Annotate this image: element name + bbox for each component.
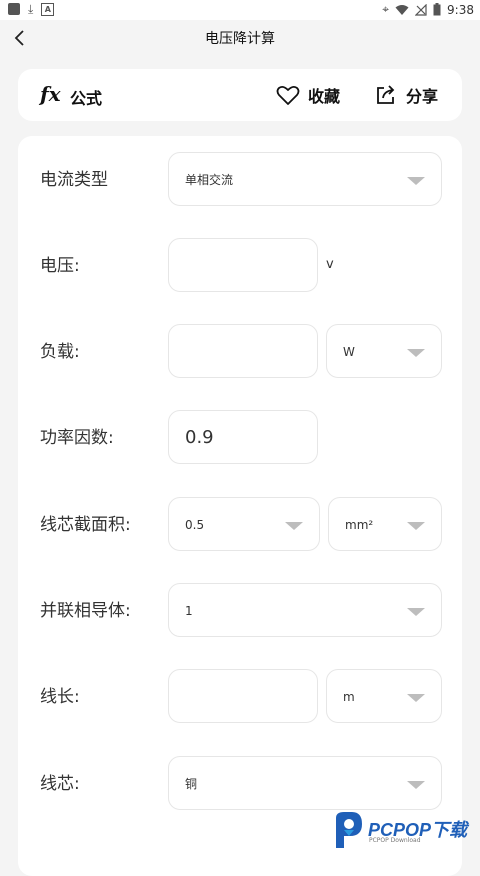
row-current-type: 电流类型 单相交流 — [18, 152, 462, 208]
dropdown-arrow-icon — [407, 349, 425, 357]
core-label: 线芯: — [40, 774, 80, 794]
favorite-label: 收藏 — [308, 87, 341, 106]
cross-section-unit-select[interactable]: mm² — [328, 497, 442, 551]
dropdown-arrow-icon — [407, 608, 425, 616]
current-type-value: 单相交流 — [185, 173, 234, 187]
load-input[interactable] — [168, 324, 318, 378]
voltage-unit: v — [326, 257, 334, 272]
heart-icon — [276, 85, 300, 105]
length-input[interactable] — [168, 669, 318, 723]
status-bar: ⤓ A ⌖ 9:38 — [0, 0, 480, 20]
share-label: 分享 — [406, 87, 439, 106]
share-icon — [377, 85, 395, 104]
row-core: 线芯: 铜 — [18, 756, 462, 812]
toolbar-card: fx 公式 收藏 分享 — [18, 69, 462, 121]
cross-section-label: 线芯截面积: — [40, 515, 131, 535]
wifi-icon — [395, 4, 409, 15]
no-signal-icon — [415, 3, 427, 16]
dropdown-arrow-icon — [285, 522, 303, 530]
download-icon: ⤓ — [28, 2, 34, 16]
status-time: 9:38 — [447, 2, 474, 17]
row-parallel-conductors: 并联相导体: 1 — [18, 583, 462, 639]
parallel-conductors-value: 1 — [185, 604, 193, 618]
current-type-select[interactable]: 单相交流 — [168, 152, 442, 206]
load-unit-select[interactable]: W — [326, 324, 442, 378]
watermark: PCPOP下载 PCPOP Download — [332, 810, 480, 853]
power-factor-input[interactable]: 0.9 — [168, 410, 318, 464]
dropdown-arrow-icon — [407, 177, 425, 185]
load-label: 负载: — [40, 342, 80, 362]
share-button[interactable]: 分享 — [374, 81, 438, 109]
cross-section-unit-value: mm² — [345, 518, 374, 532]
power-factor-value: 0.9 — [185, 427, 214, 448]
parallel-conductors-select[interactable]: 1 — [168, 583, 442, 637]
voltage-input[interactable] — [168, 238, 318, 292]
dropdown-arrow-icon — [407, 522, 425, 530]
parallel-conductors-label: 并联相导体: — [40, 601, 131, 621]
pcpop-logo-icon — [336, 812, 362, 848]
length-label: 线长: — [40, 687, 80, 707]
row-power-factor: 功率因数: 0.9 — [18, 410, 462, 466]
cross-section-select[interactable]: 0.5 — [168, 497, 320, 551]
core-select[interactable]: 铜 — [168, 756, 442, 810]
row-load: 负载: W — [18, 324, 462, 380]
formula-label[interactable]: 公式 — [70, 85, 102, 109]
dropdown-arrow-icon — [407, 781, 425, 789]
length-unit-select[interactable]: m — [326, 669, 442, 723]
power-factor-label: 功率因数: — [40, 428, 114, 448]
battery-icon — [433, 3, 441, 16]
dropdown-arrow-icon — [407, 694, 425, 702]
core-value: 铜 — [185, 777, 198, 791]
top-bar: 电压降计算 — [0, 20, 480, 56]
form-card: 电流类型 单相交流 电压: v 负载: W 功率因数: 0.9 线芯截面积: 0… — [18, 136, 462, 876]
cross-section-value: 0.5 — [185, 518, 205, 532]
watermark-sub: PCPOP Download — [369, 837, 421, 844]
current-type-label: 电流类型 — [40, 170, 108, 190]
row-voltage: 电压: v — [18, 238, 462, 294]
voltage-label: 电压: — [40, 256, 80, 276]
row-cross-section: 线芯截面积: 0.5 mm² — [18, 497, 462, 553]
length-unit-value: m — [343, 690, 355, 704]
row-length: 线长: m — [18, 669, 462, 725]
app-notification-icon — [8, 3, 20, 15]
load-unit-value: W — [343, 345, 355, 359]
location-icon: ⌖ — [382, 2, 390, 16]
page-title: 电压降计算 — [205, 31, 275, 47]
favorite-button[interactable]: 收藏 — [276, 81, 340, 109]
a-notification-icon: A — [41, 2, 55, 16]
formula-icon[interactable]: fx — [40, 82, 61, 106]
